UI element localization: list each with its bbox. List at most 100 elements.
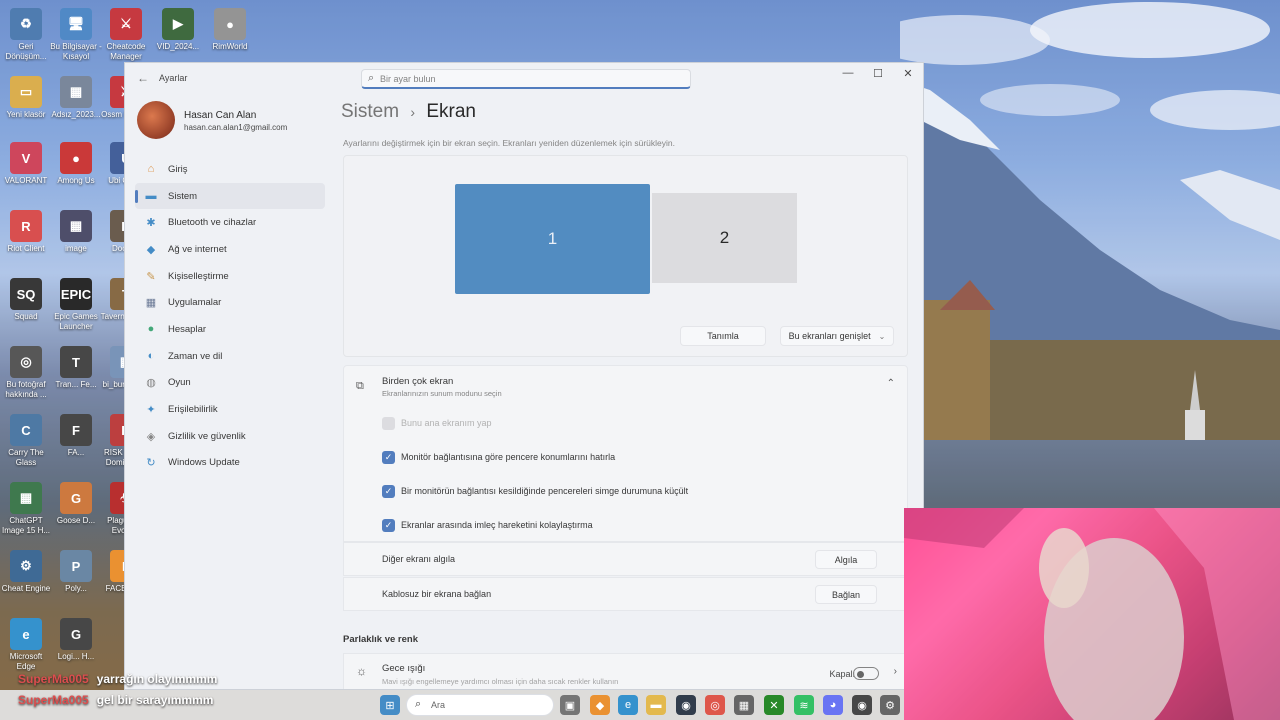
taskbar-search[interactable]: ⌕ Ara: [406, 694, 554, 716]
xbox-icon[interactable]: ✕: [764, 695, 784, 715]
desktop-icon[interactable]: ▦ Adsız_2023...: [50, 72, 102, 138]
maximize-button[interactable]: ☐: [863, 67, 893, 83]
windows-start-icon[interactable]: ⊞: [380, 695, 400, 715]
night-light-row[interactable]: ☼ Gece ışığı Mavi ışığı engellemeye yard…: [343, 653, 908, 689]
task-view-icon[interactable]: ▣: [560, 695, 580, 715]
wireless-label: Kablosuz bir ekrana bağlan: [382, 589, 492, 599]
file-explorer-icon[interactable]: ▬: [646, 695, 666, 715]
multi-display-option[interactable]: ✓ Ekranlar arasında imleç hareketini kola…: [382, 508, 593, 542]
webcam-figure: [904, 508, 1280, 720]
arrange-hint: Ayarlarını değiştirmek için bir ekran se…: [343, 138, 675, 148]
sidebar-item-ağ-ve-internet[interactable]: ◆ Ağ ve internet: [135, 236, 325, 263]
sidebar-item-giriş[interactable]: ⌂ Giriş: [135, 156, 325, 183]
desktop-icon[interactable]: ◎ Bu fotoğraf hakkında ...: [0, 342, 52, 408]
desktop-icon[interactable]: R Riot Client: [0, 206, 52, 272]
edge-icon[interactable]: e: [618, 695, 638, 715]
desktop-icon-image: ▦: [10, 482, 42, 514]
settings-window: ← Ayarlar ⌕ — ☐ ✕ Hasan Can Alan hasan.c…: [124, 62, 924, 690]
search-icon: ⌕: [368, 72, 375, 84]
desktop-icon[interactable]: C Carry The Glass: [0, 410, 52, 476]
store-icon[interactable]: ▦: [734, 695, 754, 715]
sidebar-item-oyun[interactable]: ◍ Oyun: [135, 370, 325, 397]
desktop-icon[interactable]: ▦ ChatGPT Image 15 H...: [0, 478, 52, 544]
desktop-icon[interactable]: e Microsoft Edge: [0, 614, 52, 680]
spotify-icon[interactable]: ≋: [794, 695, 814, 715]
search-input[interactable]: [380, 72, 680, 86]
desktop-icon[interactable]: V VALORANT: [0, 138, 52, 204]
settings-icon[interactable]: ⚙: [880, 695, 900, 715]
back-arrow-icon[interactable]: ←: [137, 71, 149, 85]
chevron-up-icon[interactable]: ⌃: [887, 378, 895, 389]
desktop-icon-image: ●: [214, 8, 246, 40]
desktop-icon-label: Yeni klasör: [6, 110, 46, 119]
desktop-icon[interactable]: ▶ VID_2024...: [152, 4, 204, 70]
desktop-icon-image: ●: [60, 142, 92, 174]
night-light-title: Gece ışığı: [382, 663, 426, 674]
sidebar-item-kişiselleştirme[interactable]: ✎ Kişiselleştirme: [135, 263, 325, 290]
checkbox[interactable]: ✓: [382, 518, 395, 532]
sidebar-item-label: Uygulamalar: [168, 297, 222, 309]
connect-button[interactable]: Bağlan: [815, 585, 877, 604]
desktop-icon[interactable]: SQ Squad: [0, 274, 52, 340]
desktop-icon[interactable]: G Goose D...: [50, 478, 102, 544]
desktop-icon[interactable]: EPIC Epic Games Launcher: [50, 274, 102, 340]
desktop-icon[interactable]: ● Among Us: [50, 138, 102, 204]
desktop-icon-image: ⚙: [10, 550, 42, 582]
desktop-icon-image: R: [10, 210, 42, 242]
multi-display-option[interactable]: ✓ Bir monitörün bağlantısı kesildiğinde p…: [382, 474, 688, 508]
sidebar-item-sistem[interactable]: ▬ Sistem: [135, 182, 325, 210]
desktop-icon[interactable]: 🖥 Bu Bilgisayar - Kısayol: [50, 4, 102, 70]
chrome-icon[interactable]: ◎: [705, 695, 725, 715]
desktop-icon[interactable]: P Poly...: [50, 546, 102, 612]
faceit-icon[interactable]: ◆: [590, 695, 610, 715]
desktop-icon[interactable]: ▭ Yeni klasör: [0, 72, 52, 138]
night-light-toggle[interactable]: [853, 667, 879, 680]
sidebar-item-label: Bluetooth ve cihazlar: [168, 217, 257, 229]
obs-icon[interactable]: ◉: [852, 695, 872, 715]
checkbox-label: Monitör bağlantısına göre pencere konuml…: [401, 452, 616, 462]
multi-display-option[interactable]: ✓ Monitör bağlantısına göre pencere konum…: [382, 440, 615, 474]
title-bar: ← Ayarlar ⌕ — ☐ ✕: [125, 63, 923, 93]
minimize-button[interactable]: —: [833, 67, 863, 83]
desktop-icon[interactable]: T Tran... Fe...: [50, 342, 102, 408]
desktop-icon[interactable]: ♻ Geri Dönüşüm...: [0, 4, 52, 70]
desktop-icon[interactable]: ● RimWorld: [204, 4, 256, 70]
sidebar-item-windows-update[interactable]: ↻ Windows Update: [135, 450, 325, 477]
desktop-icon-image: ◎: [10, 346, 42, 378]
desktop-icon[interactable]: ⚙ Cheat Engine: [0, 546, 52, 612]
detect-button[interactable]: Algıla: [815, 550, 877, 569]
home-icon: ⌂: [147, 163, 155, 176]
discord-icon[interactable]: ◕: [823, 695, 843, 715]
sidebar-item-bluetooth-ve-cihazlar[interactable]: ✱ Bluetooth ve cihazlar: [135, 209, 325, 236]
shield-icon: ◈: [146, 430, 156, 443]
sidebar-item-erişilebilirlik[interactable]: ✦ Erişilebilirlik: [135, 396, 325, 423]
breadcrumb-parent[interactable]: Sistem: [341, 101, 399, 122]
sidebar-item-gizlilik-ve-güvenlik[interactable]: ◈ Gizlilik ve güvenlik: [135, 423, 325, 450]
user-profile[interactable]: Hasan Can Alan hasan.can.alan1@gmail.com: [137, 101, 327, 141]
extend-displays-dropdown[interactable]: Bu ekranları genişlet ⌄: [780, 326, 894, 346]
search-box[interactable]: ⌕: [361, 69, 691, 89]
desktop-icon-image: G: [60, 482, 92, 514]
multiple-displays-header[interactable]: ⧉ Birden çok ekran Ekranlarınızın sunum …: [343, 365, 908, 407]
chevron-right-icon[interactable]: ›: [894, 666, 897, 677]
sidebar-item-hesaplar[interactable]: ● Hesaplar: [135, 316, 325, 343]
desktop-icon-image: F: [60, 414, 92, 446]
close-button[interactable]: ✕: [893, 67, 923, 83]
sidebar-item-uygulamalar[interactable]: ▦ Uygulamalar: [135, 289, 325, 316]
checkbox[interactable]: ✓: [382, 450, 395, 464]
accessibility-icon: ✦: [146, 404, 156, 417]
sidebar-item-zaman-ve-dil[interactable]: ◐ Zaman ve dil: [135, 343, 325, 370]
desktop-icon-image: T: [60, 346, 92, 378]
monitor-2[interactable]: 2: [652, 193, 797, 283]
identify-button[interactable]: Tanımla: [680, 326, 766, 346]
steam-icon[interactable]: ◉: [676, 695, 696, 715]
sidebar-item-label: Gizlilik ve güvenlik: [168, 430, 246, 442]
desktop-icon[interactable]: G Logi... H...: [50, 614, 102, 680]
monitor-1[interactable]: 1: [455, 184, 650, 294]
checkbox[interactable]: ✓: [382, 484, 395, 498]
desktop-icon[interactable]: ▦ image: [50, 206, 102, 272]
desktop-icon-label: image: [65, 244, 87, 253]
checkbox-label: Bir monitörün bağlantısı kesildiğinde pe…: [401, 486, 689, 496]
desktop-icon[interactable]: F FA...: [50, 410, 102, 476]
desktop-icon[interactable]: ⚔ Cheatcode Manager: [100, 4, 152, 70]
